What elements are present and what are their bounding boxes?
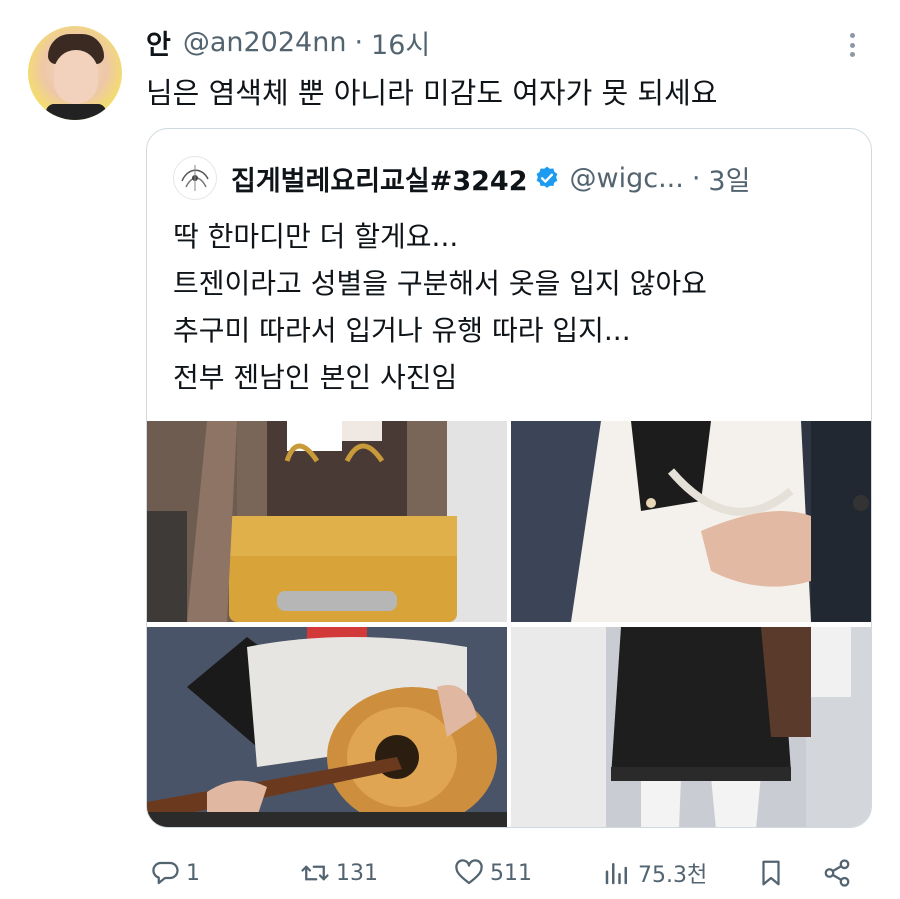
quoted-avatar[interactable]	[173, 156, 217, 200]
quoted-author-handle[interactable]: @wigc...	[570, 163, 684, 194]
photo-white-blouse[interactable]	[511, 421, 871, 622]
views-count: 75.3천	[638, 863, 708, 888]
action-bar: 1 131 511 75.3천	[146, 848, 866, 898]
quoted-text-line: 딱 한마디만 더 할게요...	[173, 220, 459, 253]
retweet-button[interactable]: 131	[300, 848, 378, 898]
quoted-tweet-time[interactable]: 3일	[708, 159, 750, 198]
photo-black-skirt[interactable]	[511, 627, 871, 827]
quoted-text-line: 트젠이라고 성별을 구분해서 옷을 입지 않아요	[173, 267, 707, 300]
like-count: 511	[490, 860, 532, 886]
share-button[interactable]	[822, 848, 852, 898]
views-chart-icon	[605, 863, 627, 885]
quoted-tweet-text: 딱 한마디만 더 할게요... 트젠이라고 성별을 구분해서 옷을 입지 않아요…	[173, 213, 707, 401]
retweet-icon	[301, 865, 329, 881]
bookmark-button[interactable]	[756, 848, 786, 898]
quoted-tweet-card[interactable]: 집게벌레요리교실#3242 @wigc... · 3일 딱 한마디만 더 할게요…	[146, 128, 872, 828]
quoted-text-line: 전부 젠남인 본인 사진임	[173, 361, 458, 394]
heart-icon	[455, 859, 483, 885]
quoted-author-name[interactable]: 집게벌레요리교실#3242	[231, 159, 528, 198]
author-name[interactable]: 안	[146, 23, 171, 62]
quoted-text-line: 추구미 따라서 입거나 유행 따라 입지...	[173, 314, 631, 347]
tweet-text: 님은 염색체 뿐 아니라 미감도 여자가 못 되세요	[146, 76, 718, 110]
share-icon	[824, 859, 850, 887]
author-avatar[interactable]	[28, 26, 122, 120]
photo-yellow-bag[interactable]	[147, 421, 507, 622]
tweet-time[interactable]: 16시	[371, 23, 430, 62]
tweet-header: 안 @an2024nn · 16시	[146, 22, 430, 62]
author-handle[interactable]: @an2024nn	[183, 27, 347, 58]
media-grid	[147, 421, 871, 827]
quoted-header: 집게벌레요리교실#3242 @wigc... · 3일	[173, 155, 750, 201]
bookmark-icon	[762, 860, 780, 886]
reply-count: 1	[186, 860, 200, 886]
quoted-separator-dot: ·	[691, 162, 701, 194]
more-vertical-icon[interactable]	[842, 30, 862, 60]
views-button[interactable]: 75.3천	[602, 848, 707, 898]
photo-guitar[interactable]	[147, 627, 507, 827]
verified-badge-icon	[536, 166, 557, 188]
reply-icon	[152, 861, 179, 885]
like-button[interactable]: 511	[454, 848, 532, 898]
retweet-count: 131	[336, 860, 378, 886]
reply-button[interactable]: 1	[150, 848, 200, 898]
separator-dot: ·	[354, 26, 364, 58]
